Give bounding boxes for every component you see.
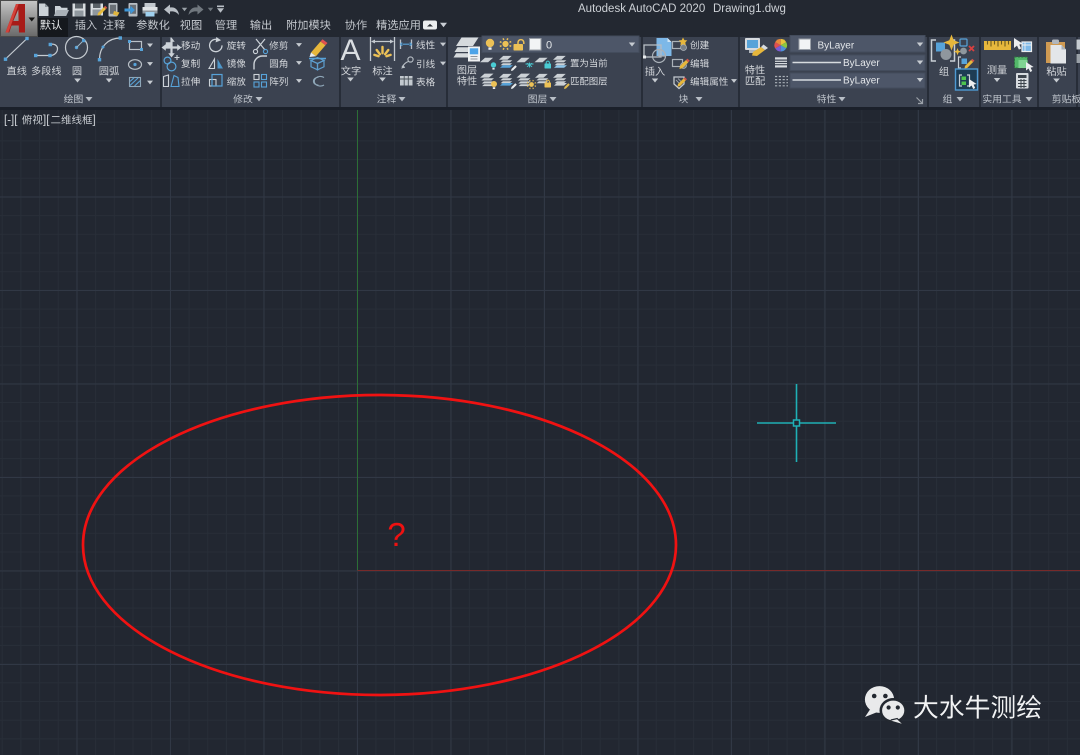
svg-text:A: A [340, 34, 360, 67]
svg-text:ByLayer: ByLayer [843, 75, 880, 86]
svg-text:?: ? [387, 516, 405, 553]
svg-text:ByLayer: ByLayer [818, 40, 855, 51]
svg-text:0: 0 [546, 40, 552, 52]
svg-text:[-][: [-][ [4, 115, 18, 127]
svg-text:][: ][ [43, 115, 50, 127]
svg-text:]: ] [93, 115, 96, 127]
svg-text:ByLayer: ByLayer [843, 58, 880, 69]
